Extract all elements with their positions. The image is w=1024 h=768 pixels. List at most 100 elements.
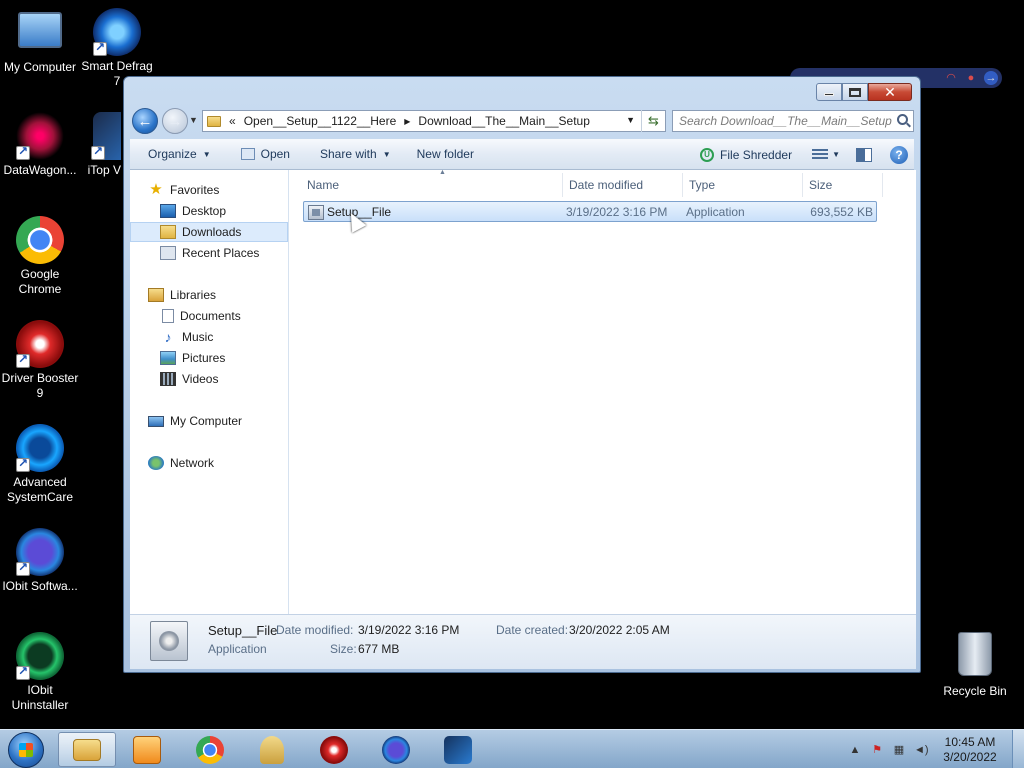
preview-pane-icon[interactable] xyxy=(856,147,872,162)
taskbar-driver-booster[interactable] xyxy=(305,732,363,767)
desktop-icon-iobit-software[interactable]: IObit Softwa... xyxy=(0,528,80,594)
desktop-icon-label: IObit Uninstaller xyxy=(11,683,69,712)
my-computer-icon xyxy=(18,12,62,48)
column-header-type[interactable]: Type xyxy=(683,173,803,197)
lock-icon xyxy=(260,735,284,764)
nav-network[interactable]: Network xyxy=(130,453,288,473)
open-button[interactable]: Open xyxy=(240,147,290,161)
file-shredder-button[interactable]: U File Shredder xyxy=(700,147,792,162)
arrow-left-icon: ← xyxy=(137,112,153,130)
breadcrumb-separator-icon[interactable]: ▶ xyxy=(404,117,410,126)
organize-label: Organize xyxy=(148,147,197,161)
new-folder-label: New folder xyxy=(416,147,474,161)
taskbar-iobit-software[interactable] xyxy=(367,732,425,767)
column-label: Size xyxy=(809,178,833,192)
column-header-date-modified[interactable]: Date modified xyxy=(563,173,683,197)
column-header-name[interactable]: ▲ Name xyxy=(301,169,563,197)
nav-videos[interactable]: Videos xyxy=(130,369,288,389)
nav-label: Videos xyxy=(182,372,219,386)
file-size: 693,552 KB xyxy=(810,205,873,219)
new-folder-button[interactable]: New folder xyxy=(417,147,474,161)
clock-date: 3/20/2022 xyxy=(943,749,997,764)
application-file-icon xyxy=(308,205,324,220)
chevron-down-icon: ▼ xyxy=(382,149,391,159)
recycle-bin-icon xyxy=(958,632,992,676)
desktop-icon-chrome[interactable]: Google Chrome xyxy=(0,216,80,297)
open-label: Open xyxy=(260,147,290,161)
shortcut-arrow-icon xyxy=(93,40,107,56)
caption-buttons: ✕ xyxy=(816,83,912,101)
column-header-size[interactable]: Size xyxy=(803,173,883,197)
taskbar-chrome[interactable] xyxy=(181,732,239,767)
nav-documents[interactable]: Documents xyxy=(130,306,288,326)
column-label: Date modified xyxy=(569,178,644,192)
search-placeholder: Search Download__The__Main__Setup xyxy=(679,114,892,128)
share-with-button[interactable]: Share with ▼ xyxy=(320,147,391,161)
taskbar-explorer[interactable] xyxy=(58,732,116,767)
close-button[interactable]: ✕ xyxy=(868,83,912,101)
forward-button[interactable]: → xyxy=(162,108,188,134)
minimize-button[interactable] xyxy=(816,83,842,101)
application-file-large-icon xyxy=(150,621,188,661)
nav-recent-places[interactable]: Recent Places xyxy=(130,243,288,263)
desktop-icon-datawagon[interactable]: DataWagon... xyxy=(0,112,80,178)
details-file-type: Application xyxy=(208,642,267,656)
back-button[interactable]: ← xyxy=(132,108,158,134)
volume-icon[interactable]: ◄) xyxy=(914,743,929,757)
nav-downloads[interactable]: Downloads xyxy=(130,222,288,242)
desktop-icon-label: My Computer xyxy=(3,60,77,74)
change-view-icon[interactable] xyxy=(812,148,829,161)
details-pane: Setup__File Application Date modified: 3… xyxy=(130,614,916,669)
explorer-folder-icon xyxy=(73,738,101,761)
breadcrumb-open-setup[interactable]: Open__Setup__1122__Here xyxy=(244,114,397,128)
desktop-icon-advanced-systemcare[interactable]: Advanced SystemCare xyxy=(0,424,80,505)
help-icon[interactable]: ? xyxy=(890,145,908,164)
action-center-icon[interactable]: ⚑ xyxy=(870,743,884,757)
address-bar[interactable]: « Open__Setup__1122__Here ▶ Download__Th… xyxy=(202,110,666,132)
desktop-icon-my-computer[interactable]: My Computer xyxy=(0,8,80,75)
network-tray-icon[interactable]: ▦ xyxy=(892,743,906,757)
nav-desktop[interactable]: Desktop xyxy=(130,201,288,221)
maximize-icon xyxy=(849,87,861,97)
view-options-dropdown-icon[interactable]: ▼ xyxy=(832,150,840,159)
share-with-label: Share with xyxy=(319,147,377,161)
nav-libraries[interactable]: Libraries xyxy=(130,285,288,305)
organize-button[interactable]: Organize ▼ xyxy=(148,147,211,161)
navigation-pane[interactable]: ★ Favorites Desktop Downloads Recent Plac… xyxy=(130,170,289,614)
desktop-icon-itop[interactable]: iTop V xyxy=(77,112,121,178)
show-hidden-icons-icon[interactable]: ▲ xyxy=(848,743,862,757)
file-row[interactable]: Setup__File 3/19/2022 3:16 PM Applicatio… xyxy=(303,201,877,222)
desktop-icon-recycle-bin[interactable]: Recycle Bin xyxy=(935,632,1015,699)
show-desktop-button[interactable] xyxy=(1012,730,1024,768)
taskbar-media-player[interactable] xyxy=(118,732,176,767)
recent-pages-dropdown[interactable]: ▼ xyxy=(189,115,198,125)
sort-ascending-icon: ▲ xyxy=(439,169,446,176)
close-icon: ✕ xyxy=(884,83,896,100)
driver-booster-icon xyxy=(320,735,348,764)
desktop-icon-iobit-uninstaller[interactable]: IObit Uninstaller xyxy=(0,632,80,713)
desktop-icon-driver-booster[interactable]: Driver Booster 9 xyxy=(0,320,80,401)
start-button[interactable] xyxy=(8,732,44,768)
desktop-icon-label: iTop V xyxy=(87,163,121,177)
wifi-icon[interactable]: ◠ xyxy=(944,71,958,85)
desktop-icon-label: IObit Softwa... xyxy=(2,579,78,593)
record-icon[interactable]: ● xyxy=(964,71,978,85)
address-dropdown-icon[interactable]: ▼ xyxy=(626,115,635,125)
nav-favorites[interactable]: ★ Favorites xyxy=(130,180,288,200)
nav-music[interactable]: ♪ Music xyxy=(130,327,288,347)
taskbar-shield-app[interactable] xyxy=(429,732,487,767)
clock[interactable]: 10:45 AM 3/20/2022 xyxy=(932,735,1008,765)
refresh-button[interactable]: ⇆ xyxy=(641,110,665,132)
address-overflow[interactable]: « xyxy=(229,114,236,128)
taskbar-security-app[interactable] xyxy=(243,732,301,767)
pictures-icon xyxy=(160,351,176,365)
nav-my-computer[interactable]: My Computer xyxy=(130,411,288,431)
explorer-window[interactable]: ✕ ← → ▼ « Open__Setup__1122__Here ▶ Down… xyxy=(123,76,921,673)
nav-pictures[interactable]: Pictures xyxy=(130,348,288,368)
arrow-right-icon[interactable]: → xyxy=(984,71,998,85)
search-icon[interactable] xyxy=(897,114,908,125)
search-input[interactable]: Search Download__The__Main__Setup xyxy=(672,110,914,132)
file-list[interactable]: ▲ Name Date modified Type Size Setup__Fi… xyxy=(289,169,916,614)
breadcrumb-download-setup[interactable]: Download__The__Main__Setup xyxy=(418,114,589,128)
maximize-button[interactable] xyxy=(842,83,868,101)
